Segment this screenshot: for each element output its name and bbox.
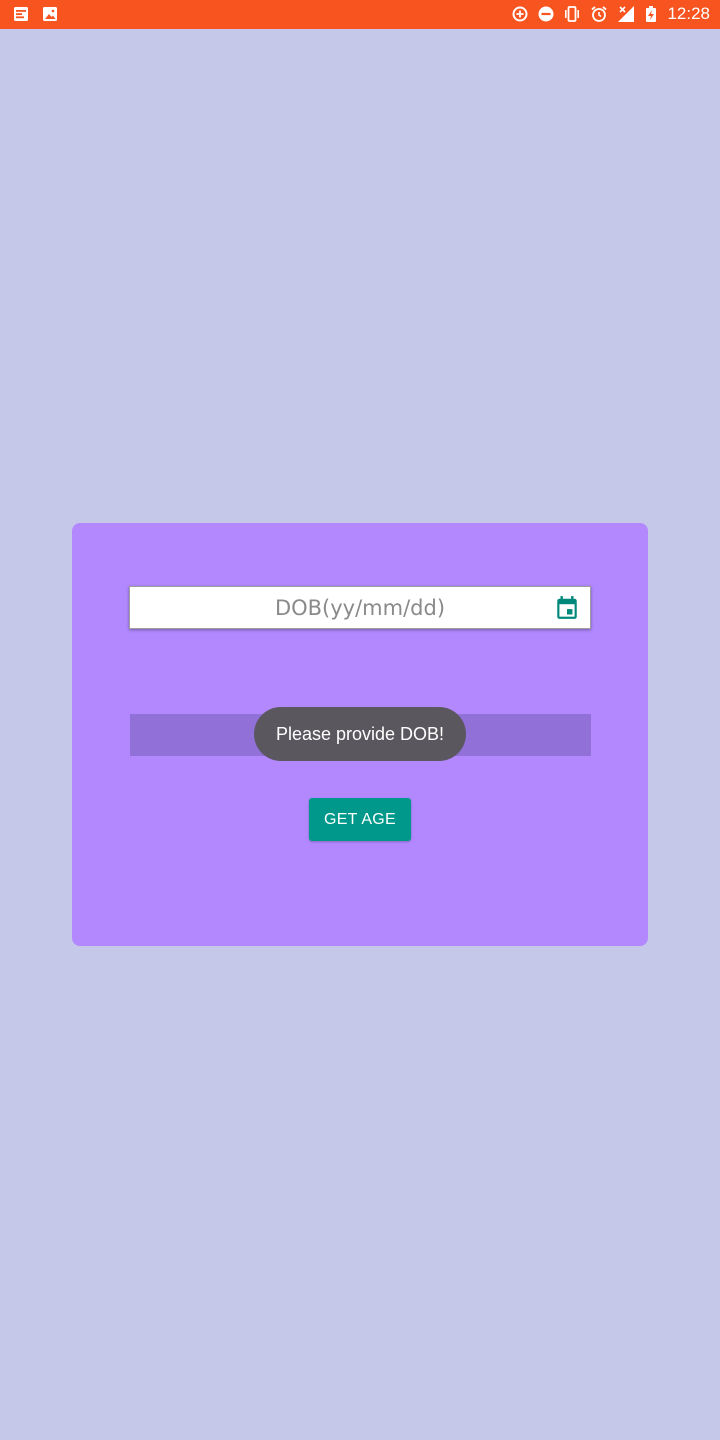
- calendar-icon[interactable]: [554, 595, 580, 621]
- get-age-button[interactable]: GET AGE: [309, 798, 411, 841]
- status-time: 12:28: [667, 4, 710, 23]
- dob-input[interactable]: [130, 587, 590, 628]
- alarm-icon: [591, 6, 607, 22]
- no-signal-icon: [618, 6, 634, 22]
- image-icon: [43, 7, 57, 21]
- data-saver-icon: [512, 6, 528, 22]
- battery-charging-icon: [646, 6, 656, 22]
- vibrate-icon: [565, 6, 579, 22]
- toast-message: Please provide DOB!: [254, 707, 466, 761]
- do-not-disturb-icon: [538, 6, 554, 22]
- status-bar: 12:28: [0, 0, 720, 29]
- dob-field[interactable]: [129, 586, 591, 629]
- notification-news-icon: [14, 7, 28, 21]
